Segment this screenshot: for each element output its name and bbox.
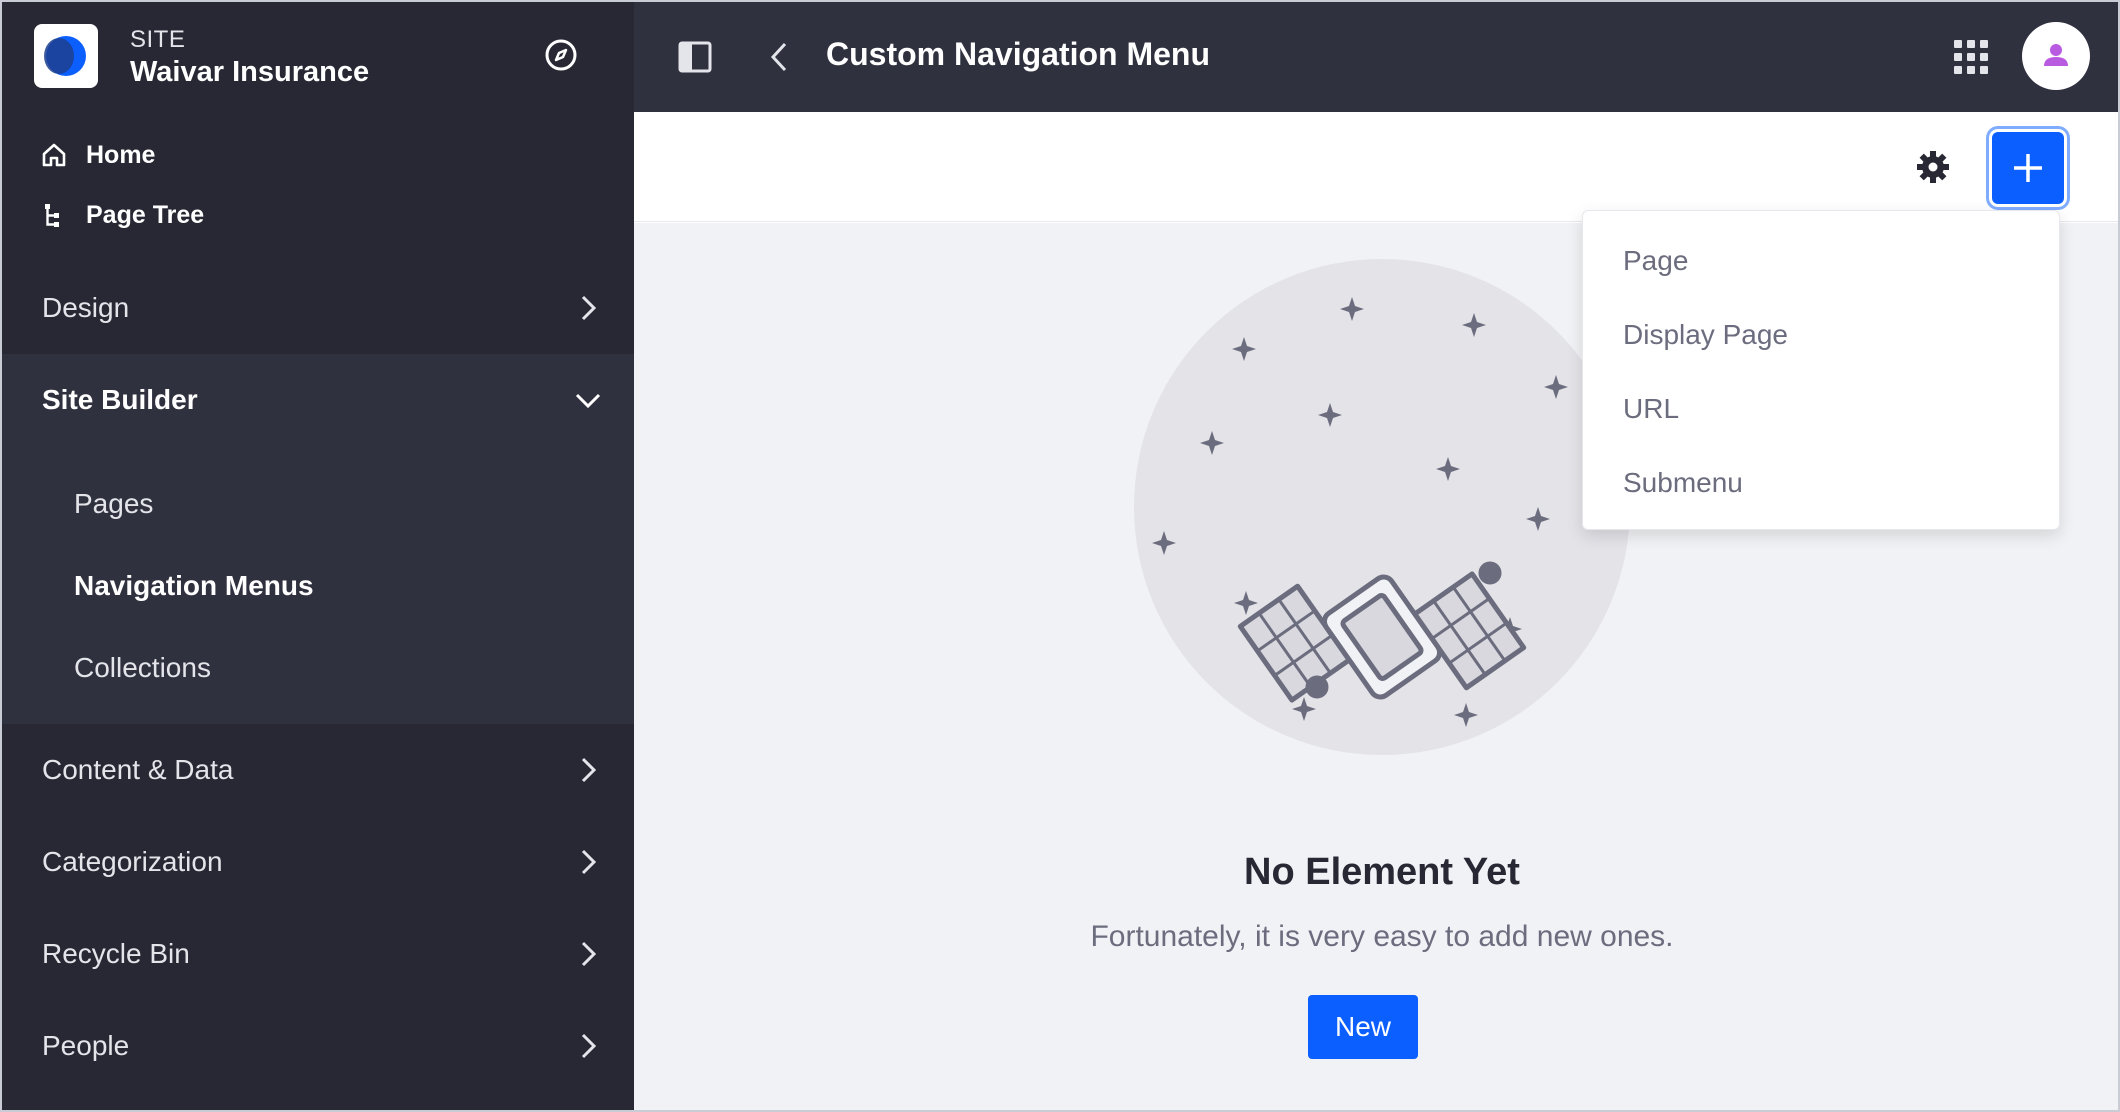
home-icon (42, 143, 66, 167)
quick-link-home[interactable]: Home (40, 135, 155, 175)
chevron-right-icon (581, 1033, 597, 1059)
quick-link-label: Page Tree (86, 200, 205, 229)
page-tree-icon (45, 204, 59, 227)
app-window: SITE Waivar Insurance Home Page Tree Des… (0, 0, 2120, 1112)
sidebar-section-people[interactable]: People (2, 1000, 634, 1092)
chevron-down-icon (575, 393, 601, 409)
chevron-right-icon (581, 757, 597, 783)
sidebar-item-collections[interactable]: Collections (74, 643, 211, 693)
empty-state-description: Fortunately, it is very easy to add new … (1090, 920, 1674, 953)
sidebar-section-content-data[interactable]: Content & Data (2, 724, 634, 816)
chevron-right-icon (581, 941, 597, 967)
control-menu: Custom Navigation Menu (634, 2, 2118, 112)
apps-grid-icon[interactable] (1954, 40, 1988, 74)
section-label: Site Builder (42, 384, 198, 415)
quick-link-label: Home (86, 140, 156, 169)
management-toolbar (634, 112, 2118, 222)
chevron-left-icon[interactable] (768, 40, 790, 74)
quick-link-page-tree[interactable]: Page Tree (40, 195, 204, 235)
add-dropdown-menu: Page Display Page URL Submenu (1582, 210, 2060, 530)
menu-item-submenu[interactable]: Submenu (1623, 463, 1743, 503)
product-menu-sidebar: SITE Waivar Insurance Home Page Tree Des… (2, 2, 634, 1110)
section-label: Design (42, 292, 130, 323)
sidebar-toggle-icon[interactable] (678, 40, 712, 74)
sidebar-section-categorization[interactable]: Categorization (2, 816, 634, 908)
menu-item-display-page[interactable]: Display Page (1623, 315, 1788, 355)
chevron-right-icon (581, 849, 597, 875)
page-title: Custom Navigation Menu (826, 36, 1211, 72)
satellite-illustration (1134, 259, 1630, 755)
add-button[interactable] (1992, 132, 2064, 204)
site-name: Waivar Insurance (130, 56, 370, 88)
section-label: Categorization (42, 846, 223, 877)
section-label: Recycle Bin (42, 938, 190, 969)
plus-icon (2014, 154, 2042, 182)
menu-item-page[interactable]: Page (1623, 241, 1688, 281)
site-logo-icon[interactable] (34, 24, 98, 88)
sidebar-item-pages[interactable]: Pages (74, 479, 153, 529)
section-label: Content & Data (42, 754, 234, 785)
site-kicker: SITE (130, 26, 186, 53)
menu-item-url[interactable]: URL (1623, 389, 1679, 429)
empty-state-title: No Element Yet (1244, 851, 1520, 893)
new-button[interactable]: New (1308, 995, 1418, 1059)
sidebar-section-recycle-bin[interactable]: Recycle Bin (2, 908, 634, 1000)
sidebar-section-site-builder[interactable]: Site Builder (2, 354, 634, 446)
site-header: SITE Waivar Insurance (2, 2, 634, 112)
compass-icon[interactable] (544, 38, 578, 72)
user-avatar-icon[interactable] (2022, 22, 2090, 90)
sidebar-item-navigation-menus[interactable]: Navigation Menus (74, 561, 314, 611)
sidebar-section-design[interactable]: Design (2, 262, 634, 354)
gear-icon[interactable] (1914, 148, 1952, 186)
chevron-right-icon (581, 295, 597, 321)
section-label: People (42, 1030, 130, 1061)
